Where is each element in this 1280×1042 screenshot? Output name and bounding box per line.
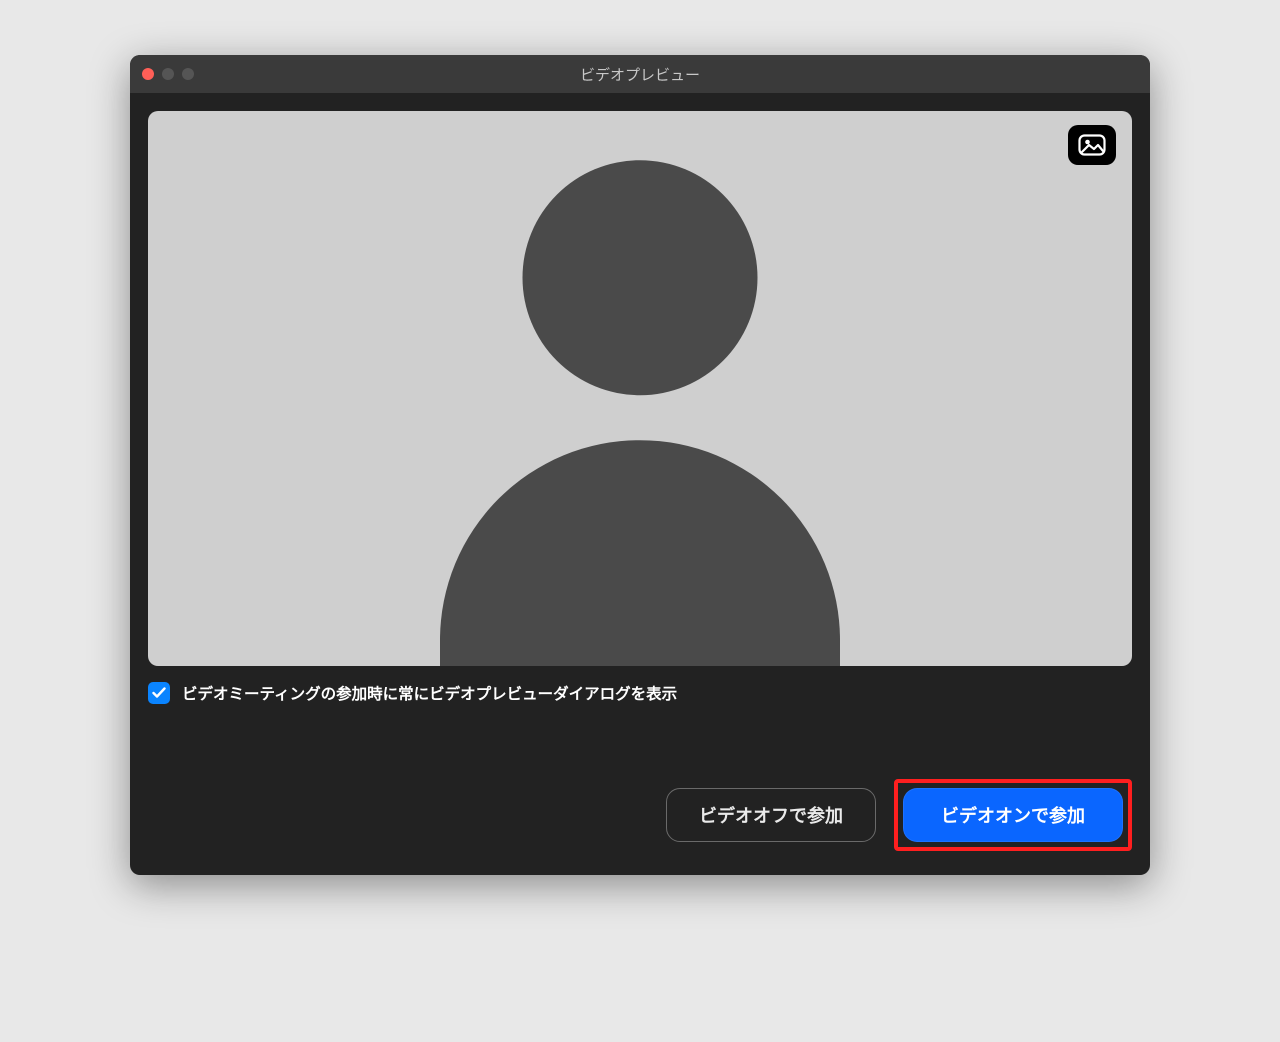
join-without-video-button[interactable]: ビデオオフで参加 — [666, 788, 876, 842]
always-show-preview-checkbox[interactable] — [148, 682, 170, 704]
join-without-video-label: ビデオオフで参加 — [699, 802, 843, 828]
avatar-body-icon — [440, 440, 840, 666]
always-show-preview-label: ビデオミーティングの参加時に常にビデオプレビューダイアログを表示 — [182, 682, 677, 704]
video-preview-dialog: ビデオプレビュー — [130, 55, 1150, 875]
background-settings-button[interactable] — [1068, 125, 1116, 165]
join-with-video-highlight: ビデオオンで参加 — [894, 779, 1132, 851]
traffic-lights — [142, 68, 194, 80]
avatar-head-icon — [523, 160, 758, 395]
avatar-placeholder — [380, 160, 900, 666]
join-with-video-label: ビデオオンで参加 — [941, 802, 1085, 828]
minimize-window-button[interactable] — [162, 68, 174, 80]
window-title: ビデオプレビュー — [130, 64, 1150, 85]
maximize-window-button[interactable] — [182, 68, 194, 80]
video-preview-area — [148, 111, 1132, 666]
close-window-button[interactable] — [142, 68, 154, 80]
action-buttons-row: ビデオオフで参加 ビデオオンで参加 — [148, 779, 1132, 851]
check-icon — [152, 687, 166, 699]
always-show-preview-row: ビデオミーティングの参加時に常にビデオプレビューダイアログを表示 — [148, 682, 1132, 704]
image-icon — [1078, 134, 1106, 156]
dialog-content: ビデオミーティングの参加時に常にビデオプレビューダイアログを表示 ビデオオフで参… — [130, 93, 1150, 875]
join-with-video-button[interactable]: ビデオオンで参加 — [903, 788, 1123, 842]
titlebar: ビデオプレビュー — [130, 55, 1150, 93]
